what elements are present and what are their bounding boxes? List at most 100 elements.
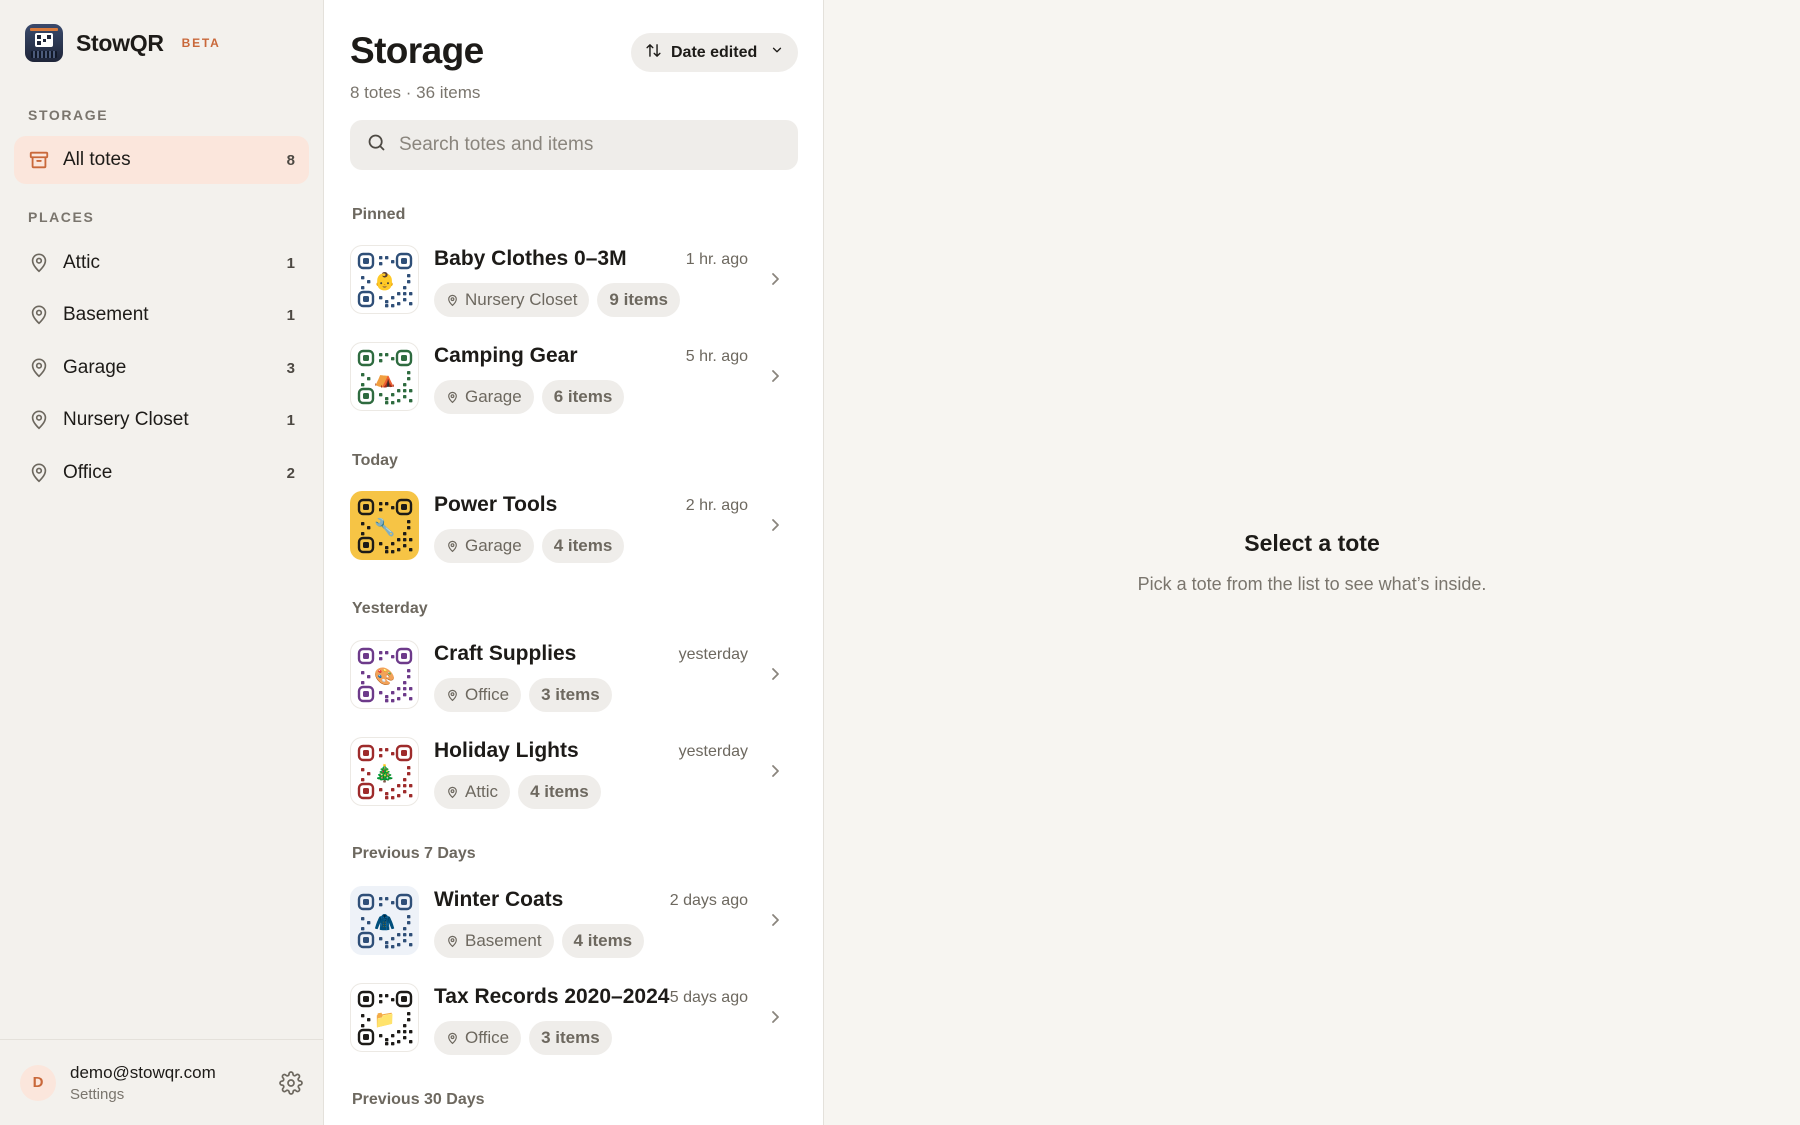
sidebar-item-office[interactable]: Office 2 (14, 449, 309, 497)
empty-state-title: Select a tote (1244, 530, 1380, 556)
place-label: Office (465, 685, 510, 704)
chevron-right-icon (768, 665, 782, 683)
qr-thumbnail: 🎨 (350, 640, 419, 709)
tote-row[interactable]: 🎨 Craft Supplies yesterday Office 3 item… (350, 631, 810, 717)
qr-thumbnail: 📁 (350, 983, 419, 1052)
place-label: Office (465, 1028, 510, 1047)
map-pin-icon (28, 462, 50, 484)
qr-code-icon: ⛺ (357, 349, 412, 404)
tote-edited-time: 2 days ago (669, 892, 748, 909)
place-label: Basement (465, 931, 542, 950)
totals-summary: 8 totes · 36 items (350, 83, 481, 102)
sort-label: Date edited (671, 43, 758, 61)
sort-dropdown[interactable]: Date edited (631, 33, 798, 72)
settings-link[interactable]: Settings (70, 1086, 279, 1103)
sidebar-item-count: 3 (286, 359, 295, 377)
places-section-label: PLACES (28, 209, 95, 225)
qr-code-icon: 🎨 (357, 647, 412, 702)
place-label: Attic (465, 782, 499, 801)
svg-text:🔧: 🔧 (374, 517, 395, 538)
place-label: Nursery Closet (465, 290, 578, 309)
archive-box-icon (28, 149, 50, 171)
place-chip: Office (434, 1021, 522, 1055)
map-pin-icon (446, 786, 459, 799)
qr-thumbnail: 🧥 (350, 886, 419, 955)
chevron-right-icon (768, 270, 782, 288)
app-logo (25, 24, 63, 62)
tote-name: Winter Coats (434, 888, 564, 911)
search-icon (366, 132, 387, 158)
sidebar-item-count: 1 (286, 411, 295, 429)
qr-thumbnail: 🔧 (350, 491, 419, 560)
map-pin-icon (446, 1032, 459, 1045)
sort-arrows-icon (645, 42, 662, 64)
search-input[interactable] (399, 134, 779, 156)
avatar[interactable]: D (20, 1064, 56, 1101)
place-chip: Garage (434, 380, 534, 414)
tote-row[interactable]: 🔧 Power Tools 2 hr. ago Garage 4 items (350, 482, 810, 568)
sidebar-item-label: Attic (63, 252, 100, 273)
sidebar-item-nursery-closet[interactable]: Nursery Closet 1 (14, 396, 309, 444)
gear-icon[interactable] (279, 1070, 303, 1095)
account-footer: D demo@stowqr.com Settings (0, 1039, 323, 1125)
svg-text:📁: 📁 (374, 1010, 395, 1030)
sidebar-item-garage[interactable]: Garage 3 (14, 344, 309, 392)
place-chip: Nursery Closet (434, 283, 590, 317)
group-label-previous-30-days: Previous 30 Days (352, 1091, 485, 1108)
svg-text:👶: 👶 (374, 271, 395, 292)
map-pin-icon (28, 252, 50, 274)
tote-name: Camping Gear (434, 344, 578, 367)
chevron-right-icon (768, 762, 782, 780)
sidebar-item-label: Garage (63, 357, 127, 378)
tote-name: Tax Records 2020–2024 (434, 985, 670, 1008)
qr-thumbnail: 🎄 (350, 737, 419, 806)
place-label: Garage (465, 536, 522, 555)
map-pin-icon (446, 391, 459, 404)
qr-thumbnail: 👶 (350, 245, 419, 314)
qr-code-icon: 🎄 (357, 744, 412, 799)
sidebar-item-label: Basement (63, 304, 149, 325)
sidebar-item-attic[interactable]: Attic 1 (14, 239, 309, 287)
chevron-right-icon (768, 516, 782, 534)
tote-row[interactable]: 👶 Baby Clothes 0–3M 1 hr. ago Nursery Cl… (350, 236, 810, 322)
brand[interactable]: StowQR BETA (25, 24, 221, 62)
tote-edited-time: yesterday (678, 743, 748, 760)
tote-edited-time: 1 hr. ago (685, 251, 748, 268)
user-block[interactable]: demo@stowqr.com Settings (70, 1063, 279, 1103)
sidebar-item-count: 2 (286, 464, 295, 482)
map-pin-icon (28, 304, 50, 326)
qr-thumbnail: ⛺ (350, 342, 419, 411)
chevron-right-icon (768, 367, 782, 385)
search-box[interactable] (350, 120, 798, 170)
sidebar-item-label: Office (63, 462, 113, 483)
item-count-chip: 3 items (529, 678, 612, 712)
sidebar-item-count: 8 (286, 151, 295, 169)
item-count-chip: 9 items (597, 283, 681, 317)
detail-pane: Select a tote Pick a tote from the list … (824, 0, 1800, 1125)
place-chip: Office (434, 678, 522, 712)
map-pin-icon (28, 357, 50, 379)
map-pin-icon (446, 935, 459, 948)
tote-name: Baby Clothes 0–3M (434, 247, 627, 270)
place-chip: Garage (434, 529, 534, 563)
sidebar-item-all-totes[interactable]: All totes 8 (14, 136, 309, 184)
group-label-today: Today (352, 452, 398, 469)
sidebar-item-basement[interactable]: Basement 1 (14, 291, 309, 339)
chevron-down-icon (770, 43, 784, 62)
sidebar-item-label: Nursery Closet (63, 409, 189, 430)
map-pin-icon (446, 540, 459, 553)
beta-badge: BETA (181, 36, 221, 50)
tote-row[interactable]: 🧥 Winter Coats 2 days ago Basement 4 ite… (350, 877, 810, 963)
item-count-chip: 4 items (541, 529, 625, 563)
tote-row[interactable]: ⛺ Camping Gear 5 hr. ago Garage 6 items (350, 333, 810, 419)
chevron-right-icon (768, 911, 782, 929)
item-count-chip: 4 items (561, 924, 645, 958)
qr-code-icon: 🧥 (357, 893, 412, 948)
place-chip: Attic (434, 775, 511, 809)
page-title: Storage (350, 30, 484, 71)
place-chip: Basement (434, 924, 554, 958)
tote-row[interactable]: 📁 Tax Records 2020–2024 5 days ago Offic… (350, 974, 810, 1060)
sidebar-item-count: 1 (286, 254, 295, 272)
tote-row[interactable]: 🎄 Holiday Lights yesterday Attic 4 items (350, 728, 810, 814)
group-label-pinned: Pinned (352, 206, 406, 223)
